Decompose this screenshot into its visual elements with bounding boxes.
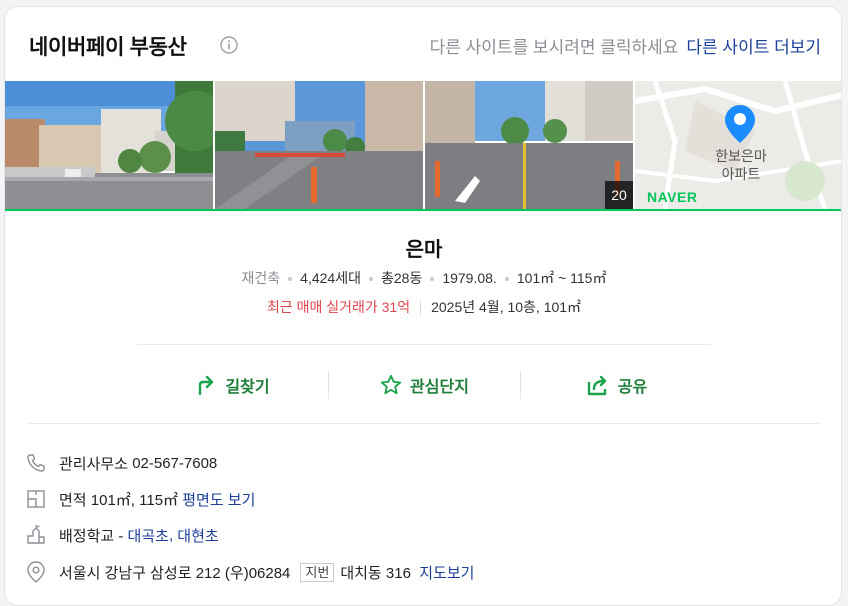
location-map[interactable]: 한보은마 아파트 NAVER	[635, 81, 841, 209]
recent-deal-detail: 2025년 4월, 10층, 101㎡	[431, 299, 582, 315]
meta-dot	[368, 277, 373, 282]
school-icon	[25, 524, 47, 546]
address-row: 서울시 강남구 삼성로 212 (우)06284 지번 대치동 316 지도보기	[25, 559, 474, 585]
address-text: 서울시 강남구 삼성로 212 (우)06284	[59, 564, 291, 582]
lot-number-tag: 지번	[300, 562, 335, 582]
photo-count-badge[interactable]: 20	[605, 181, 633, 209]
area-row: 면적 101㎡, 115㎡ 평면도 보기	[25, 486, 255, 512]
area-label: 면적	[59, 491, 87, 509]
office-label: 관리사무소	[59, 455, 129, 473]
meta-dot	[288, 277, 293, 282]
apartment-type: 재건축	[241, 270, 281, 286]
directions-label: 길찾기	[225, 379, 270, 396]
map-pin-icon	[725, 105, 755, 143]
share-button[interactable]: 공유	[521, 363, 712, 407]
office-row: 관리사무소 02-567-7608	[25, 450, 217, 476]
directions-icon	[199, 375, 214, 396]
apartment-buildings: 총28동	[380, 270, 423, 286]
apartment-photo-2[interactable]	[215, 81, 423, 209]
apartment-photo-3[interactable]: 20	[425, 81, 633, 209]
favorite-button[interactable]: 관심단지	[329, 363, 520, 407]
apartment-meta: 재건축 4,424세대 총28동 1979.08. 101㎡ ~ 115㎡	[5, 268, 841, 288]
naver-map-logo: NAVER	[647, 189, 698, 205]
school-link-2[interactable]: 대현초	[177, 525, 218, 546]
school-link-1[interactable]: 대곡초	[128, 525, 169, 546]
apartment-name[interactable]: 은마	[5, 233, 841, 262]
card-title[interactable]: 네이버페이 부동산	[29, 31, 187, 61]
area-value: 101㎡, 115㎡	[90, 491, 179, 509]
map-label-line1: 한보은마	[715, 148, 767, 164]
photo-strip: 20 한보은마 아파트 NAVER	[5, 81, 841, 209]
info-icon[interactable]	[220, 36, 238, 54]
other-site-more[interactable]: 다른 사이트 더보기	[686, 38, 821, 57]
location-pin-icon	[25, 561, 47, 583]
school-separator: ,	[168, 526, 174, 544]
share-icon	[587, 375, 606, 396]
floorplan-icon	[25, 488, 47, 510]
school-row: 배정학교 - 대곡초, 대현초	[25, 522, 219, 548]
apartment-photo-1[interactable]	[5, 81, 213, 209]
floorplan-link[interactable]: 평면도 보기	[182, 489, 255, 510]
card-header: 네이버페이 부동산 다른 사이트를 보시려면 클릭하세요 다른 사이트 더보기	[5, 7, 841, 81]
recent-price: 최근 매매 실거래가 31억	[266, 299, 411, 315]
school-label: 배정학교 -	[59, 527, 124, 545]
apartment-households: 4,424세대	[300, 270, 361, 286]
map-label-line2: 아파트	[721, 166, 761, 182]
deal-separator	[420, 301, 422, 316]
directions-button[interactable]: 길찾기	[137, 363, 328, 407]
meta-dot	[430, 277, 435, 282]
office-phone[interactable]: 02-567-7608	[132, 455, 217, 472]
meta-dot	[504, 277, 509, 282]
divider	[137, 344, 711, 345]
star-icon	[380, 374, 402, 395]
map-label: 한보은마 아파트	[709, 147, 773, 183]
apartment-built: 1979.08.	[442, 270, 497, 286]
other-site-link[interactable]: 다른 사이트를 보시려면 클릭하세요 다른 사이트 더보기	[430, 33, 821, 58]
share-label: 공유	[617, 379, 648, 396]
lot-address: 대치동 316	[340, 564, 411, 582]
divider	[29, 423, 819, 424]
apartment-area-range: 101㎡ ~ 115㎡	[516, 270, 607, 286]
brand-divider	[5, 209, 841, 211]
phone-icon	[25, 452, 47, 474]
action-bar: 길찾기 관심단지 공유	[137, 363, 711, 407]
favorite-label: 관심단지	[410, 379, 469, 396]
other-site-desc: 다른 사이트를 보시려면 클릭하세요	[429, 38, 679, 57]
real-estate-card: 네이버페이 부동산 다른 사이트를 보시려면 클릭하세요 다른 사이트 더보기	[4, 6, 842, 606]
recent-deal: 최근 매매 실거래가 31억 2025년 4월, 10층, 101㎡	[5, 297, 841, 317]
map-link[interactable]: 지도보기	[419, 562, 474, 583]
